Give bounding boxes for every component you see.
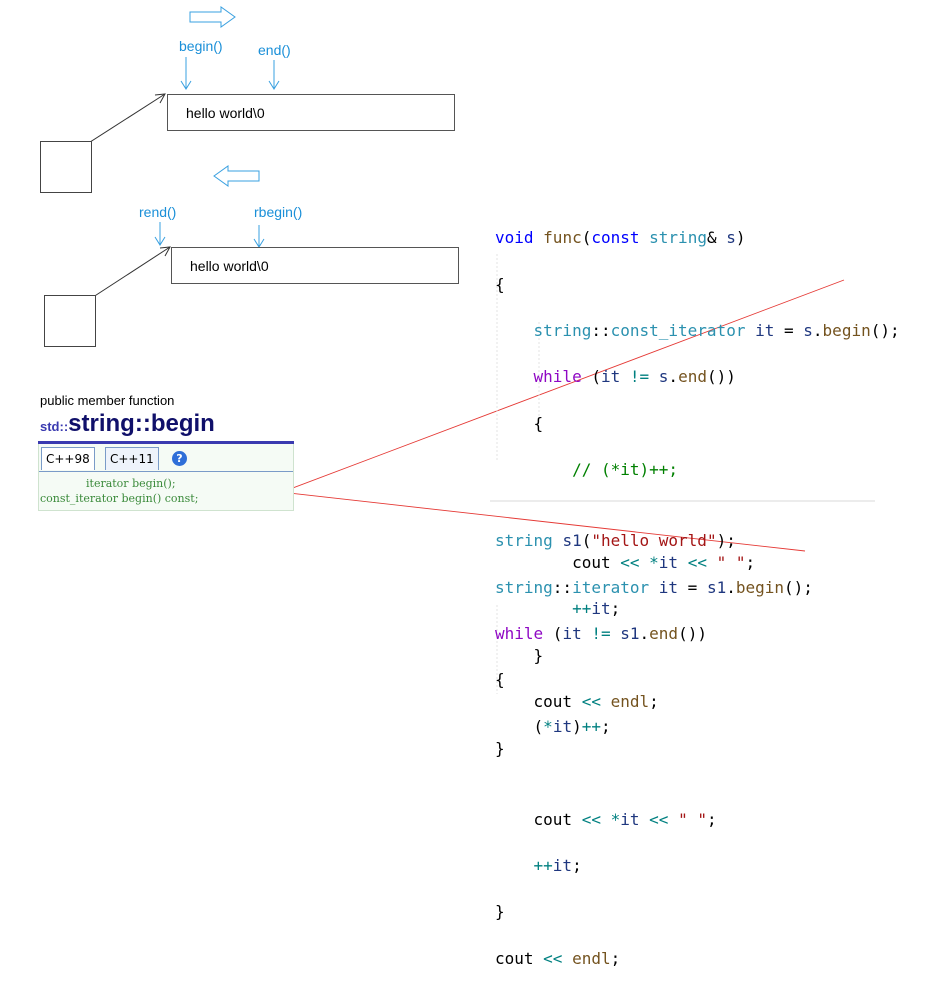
- end-pointer-arrow: [268, 60, 280, 90]
- string-box-forward: hello world\0: [167, 94, 455, 131]
- tab-divider: [39, 471, 293, 472]
- code-line: ++it;: [533, 856, 582, 876]
- tab-cpp98[interactable]: C++98: [41, 447, 95, 470]
- namespace-prefix: std::: [40, 419, 69, 434]
- code-line: while (it != s.end()): [533, 367, 736, 387]
- question-icon[interactable]: ?: [172, 451, 187, 466]
- begin-pointer-arrow: [180, 57, 192, 90]
- tab-cpp11[interactable]: C++11: [105, 447, 159, 470]
- code-line: string s1("hello world");: [495, 531, 736, 551]
- code-line: string::const_iterator it = s.begin();: [533, 321, 900, 341]
- code-line: string::iterator it = s1.begin();: [495, 577, 813, 597]
- iterator-box-forward: [40, 141, 92, 193]
- code-line: while (it != s1.end()): [495, 624, 707, 644]
- version-tabs: C++98 C++11 ?: [39, 447, 295, 472]
- function-name: string::begin: [68, 410, 215, 437]
- string-box-reverse: hello world\0: [171, 247, 459, 284]
- code-line: (*it)++;: [495, 716, 611, 736]
- signature-line: iterator begin();: [86, 477, 176, 490]
- code-line: {: [495, 274, 505, 294]
- code-line: void func(const string& s): [495, 228, 746, 248]
- rend-pointer-arrow: [154, 222, 166, 246]
- signature-line: const_iterator begin() const;: [40, 492, 199, 505]
- code-line: {: [495, 413, 544, 433]
- signature-panel: C++98 C++11 ? iterator begin(); const_it…: [38, 444, 294, 511]
- code-line: // (*it)++;: [572, 460, 679, 480]
- end-label: end(): [258, 42, 291, 58]
- rend-label: rend(): [139, 204, 177, 220]
- page-title: std::string::begin: [40, 410, 215, 438]
- string-text: hello world\0: [190, 258, 269, 274]
- code-line: cout << endl;: [495, 948, 621, 968]
- begin-label: begin(): [179, 38, 223, 54]
- code-line: {: [495, 670, 505, 690]
- rbegin-label: rbegin(): [254, 204, 303, 220]
- iterator-box-reverse: [44, 295, 96, 347]
- member-function-kind: public member function: [40, 393, 175, 408]
- string-text: hello world\0: [186, 105, 265, 121]
- code-line: }: [495, 902, 505, 922]
- reverse-direction-arrow: [213, 165, 260, 187]
- code-block-main: string s1("hello world"); string::iterat…: [495, 506, 813, 993]
- rbegin-pointer-arrow: [253, 225, 265, 248]
- forward-direction-arrow: [189, 6, 236, 28]
- code-line: cout << *it << " ";: [495, 809, 717, 829]
